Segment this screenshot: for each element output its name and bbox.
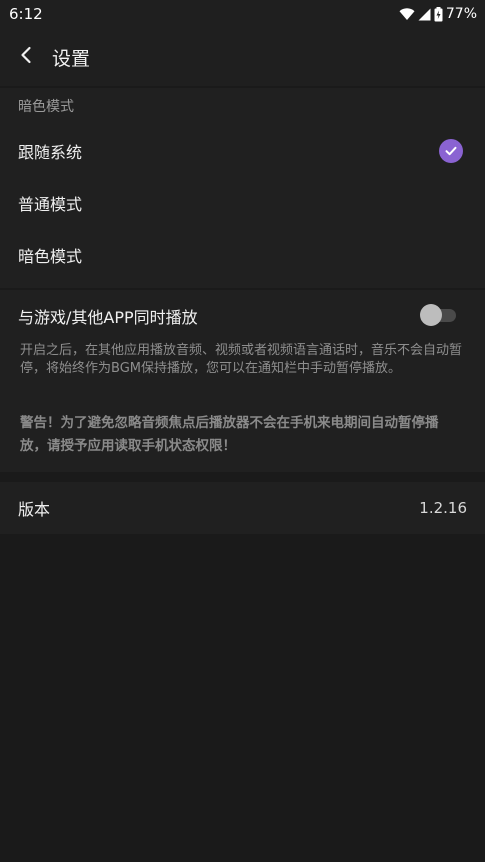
status-bar: 6:12 77% (0, 0, 485, 28)
theme-option-label: 暗色模式 (18, 247, 83, 266)
theme-option-follow-system[interactable]: 跟随系统 (0, 125, 485, 177)
theme-section-header: 暗色模式 (18, 99, 74, 115)
theme-option-label: 跟随系统 (18, 143, 83, 162)
app-bar: 设置 (0, 28, 485, 86)
back-button[interactable] (0, 28, 52, 86)
check-circle-icon (439, 139, 463, 163)
version-label: 版本 (18, 500, 51, 519)
battery-icon (434, 6, 443, 22)
status-icons: 77% (399, 6, 477, 22)
theme-section: 暗色模式 跟随系统 普通模式 暗色模式 (0, 88, 485, 288)
theme-option-dark[interactable]: 暗色模式 (0, 229, 485, 281)
game-playback-description: 开启之后，在其他应用播放音频、视频或者视频语言通话时，音乐不会自动暂停，将始终作… (20, 343, 463, 376)
toggle-thumb (420, 304, 442, 326)
signal-icon (418, 8, 431, 21)
battery-percent: 77% (445, 6, 477, 22)
status-time: 6:12 (9, 5, 43, 23)
theme-option-normal[interactable]: 普通模式 (0, 177, 485, 229)
game-playback-section: 与游戏/其他APP同时播放 开启之后，在其他应用播放音频、视频或者视频语言通话时… (0, 290, 485, 472)
version-value: 1.2.16 (419, 499, 467, 517)
version-row[interactable]: 版本 1.2.16 (0, 482, 485, 534)
permission-warning: 警告！为了避免忽略音频焦点后播放器不会在手机来电期间自动暂停播放，请授予应用读取… (20, 415, 439, 454)
game-playback-title: 与游戏/其他APP同时播放 (18, 308, 198, 327)
wifi-icon (399, 7, 415, 21)
theme-option-label: 普通模式 (18, 195, 83, 214)
game-playback-toggle[interactable] (420, 304, 458, 326)
chevron-left-icon (20, 46, 32, 68)
page-title: 设置 (52, 47, 91, 70)
